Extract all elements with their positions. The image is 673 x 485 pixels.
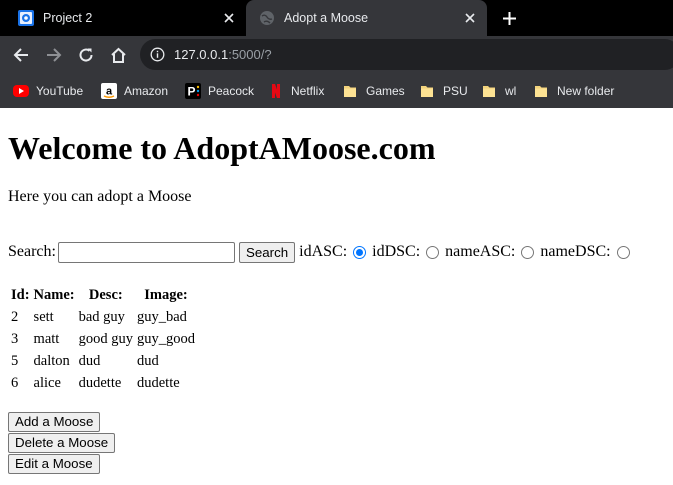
svg-text:a: a <box>106 86 113 98</box>
bookmark-new-folder[interactable]: New folder <box>534 81 614 101</box>
cell-id: 3 <box>11 330 19 347</box>
sort-label-name-dsc: nameDSC: <box>540 243 611 260</box>
bookmark-wl[interactable]: wl <box>482 81 516 101</box>
bookmarks-bar: YouTube a Amazon P Peacock Netflix Games <box>0 73 673 108</box>
bookmark-peacock[interactable]: P Peacock <box>185 81 254 101</box>
peacock-icon: P <box>185 83 201 99</box>
cell-image: dud <box>137 352 159 369</box>
search-form: Search: Search idASC: idDSC: nameASC: na… <box>8 241 636 263</box>
cell-image: guy_good <box>137 330 195 347</box>
reload-icon <box>79 48 93 62</box>
column-header-desc: Desc: <box>88 286 123 303</box>
bookmark-amazon[interactable]: a Amazon <box>101 81 168 101</box>
bookmark-netflix[interactable]: Netflix <box>268 81 324 101</box>
table-row: 5 dalton dud dud <box>10 351 196 371</box>
tab-title: Adopt a Moose <box>284 11 369 25</box>
table-row: 6 alice dudette dudette <box>10 373 196 393</box>
url-path: :5000/? <box>228 47 272 62</box>
search-button[interactable]: Search <box>238 241 296 263</box>
page-content: Welcome to AdoptAMoose.com Here you can … <box>0 108 673 485</box>
tab-strip: Project 2 Adopt a Moose <box>0 0 673 36</box>
cell-name: matt <box>33 330 60 347</box>
tab-adopt-a-moose[interactable]: Adopt a Moose <box>246 0 487 36</box>
edit-moose-button[interactable]: Edit a Moose <box>8 454 100 474</box>
column-header-image: Image: <box>144 286 188 303</box>
cell-desc: good guy <box>78 330 133 347</box>
globe-icon <box>260 11 274 25</box>
project-favicon-icon <box>18 10 34 26</box>
bookmark-label: New folder <box>557 84 615 98</box>
url-text: 127.0.0.1:5000/? <box>174 47 272 62</box>
radio-name-asc[interactable] <box>521 245 535 259</box>
cell-desc: dudette <box>78 374 122 391</box>
table-row: 2 sett bad guy guy_bad <box>10 307 196 327</box>
cell-name: sett <box>33 308 54 325</box>
amazon-icon: a <box>101 83 117 99</box>
cell-image: guy_bad <box>137 308 187 325</box>
cell-id: 2 <box>11 308 19 325</box>
folder-icon <box>420 83 436 99</box>
bookmark-label: Peacock <box>208 84 255 98</box>
bookmark-label: PSU <box>443 84 468 98</box>
folder-icon <box>343 83 359 99</box>
bookmark-label: YouTube <box>36 84 84 98</box>
netflix-icon <box>268 83 284 99</box>
cell-name: alice <box>33 374 61 391</box>
reload-button[interactable] <box>75 44 97 66</box>
folder-icon <box>482 83 498 99</box>
delete-moose-button[interactable]: Delete a Moose <box>8 433 116 453</box>
cell-id: 5 <box>11 352 19 369</box>
cell-desc: dud <box>78 352 101 369</box>
cell-image: dudette <box>137 374 180 391</box>
radio-id-asc[interactable] <box>353 245 367 259</box>
close-tab-icon[interactable] <box>221 10 237 26</box>
arrow-right-icon <box>47 48 62 62</box>
page-title: Welcome to AdoptAMoose.com <box>8 130 436 166</box>
radio-name-dsc[interactable] <box>616 245 630 259</box>
table-header-row: Id: Name: Desc: Image: <box>10 285 196 305</box>
radio-id-dsc[interactable] <box>426 245 440 259</box>
bookmark-psu[interactable]: PSU <box>420 81 468 101</box>
bookmark-games[interactable]: Games <box>343 81 405 101</box>
home-icon <box>110 47 126 63</box>
tab-title: Project 2 <box>43 11 93 25</box>
address-bar[interactable]: 127.0.0.1:5000/? <box>140 39 673 70</box>
svg-text:P: P <box>187 85 195 99</box>
sort-label-name-asc: nameASC: <box>445 243 516 260</box>
bookmark-youtube[interactable]: YouTube <box>13 81 83 101</box>
close-tab-icon[interactable] <box>462 10 478 26</box>
url-host: 127.0.0.1 <box>174 47 229 62</box>
bookmark-label: Netflix <box>291 84 325 98</box>
new-tab-button[interactable] <box>498 8 520 28</box>
cell-id: 6 <box>11 374 19 391</box>
sort-label-id-asc: idASC: <box>299 243 348 260</box>
add-moose-button[interactable]: Add a Moose <box>8 412 101 432</box>
intro-text: Here you can adopt a Moose <box>8 188 192 205</box>
home-button[interactable] <box>107 44 129 66</box>
column-header-name: Name: <box>33 286 75 303</box>
folder-icon <box>534 83 550 99</box>
bookmark-label: wl <box>505 84 517 98</box>
cell-desc: bad guy <box>78 308 125 325</box>
youtube-icon <box>13 83 29 99</box>
back-button[interactable] <box>10 44 32 66</box>
info-icon[interactable] <box>150 47 165 62</box>
search-label: Search: <box>8 243 56 260</box>
browser-toolbar: 127.0.0.1:5000/? <box>0 36 673 73</box>
sort-label-id-dsc: idDSC: <box>372 243 421 260</box>
column-header-id: Id: <box>11 286 30 303</box>
moose-table: Id: Name: Desc: Image: 2 sett bad guy gu… <box>8 283 198 395</box>
bookmark-label: Amazon <box>124 84 169 98</box>
plus-icon <box>502 11 516 25</box>
cell-name: dalton <box>33 352 70 369</box>
tab-project-2[interactable]: Project 2 <box>0 0 246 36</box>
bookmark-label: Games <box>366 84 405 98</box>
browser-chrome: Project 2 Adopt a Moose 127.0.0.1:5000/?… <box>0 0 673 108</box>
action-buttons: Add a Moose Delete a Moose Edit a Moose <box>8 412 116 475</box>
arrow-left-icon <box>13 48 28 62</box>
table-row: 3 matt good guy guy_good <box>10 329 196 349</box>
forward-button[interactable] <box>43 44 65 66</box>
search-input[interactable] <box>57 241 235 263</box>
